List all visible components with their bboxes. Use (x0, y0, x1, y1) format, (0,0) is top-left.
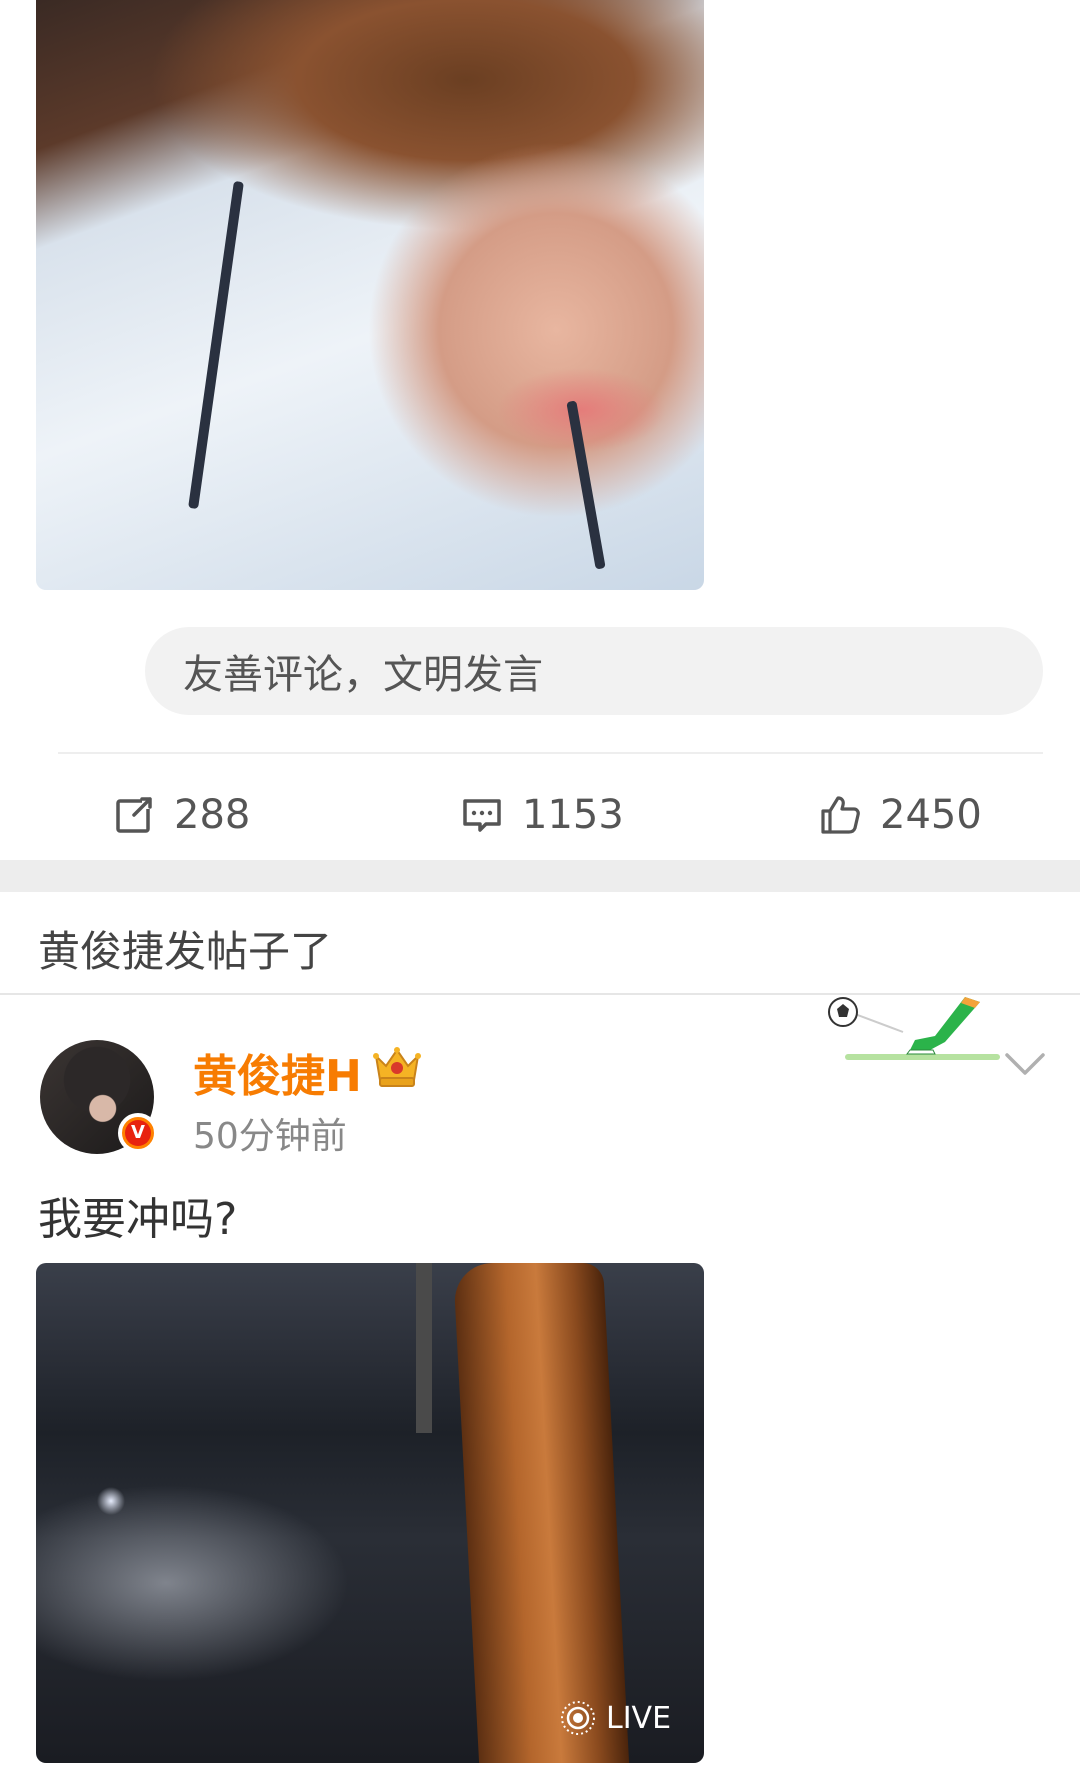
like-icon (821, 796, 860, 834)
verified-icon: V (118, 1113, 158, 1153)
feed-topic-title[interactable]: 黄俊捷发帖子了 (38, 918, 332, 979)
post-timestamp: 50分钟前 (193, 1116, 347, 1157)
repost-button[interactable]: 288 (112, 765, 250, 865)
live-photo-icon (561, 1701, 595, 1735)
repost-icon (116, 797, 152, 833)
divider (58, 752, 1043, 754)
like-count: 2450 (880, 792, 982, 838)
live-photo-badge: LIVE (558, 1698, 671, 1738)
crown-icon (373, 1047, 421, 1087)
comment-input[interactable]: 友善评论，文明发言 (145, 627, 1043, 715)
post-photo[interactable]: LIVE (36, 1263, 704, 1763)
action-bar: 288 1153 2450 (0, 765, 1080, 865)
comment-button[interactable]: 1153 (460, 765, 624, 865)
photo-detail (452, 1263, 630, 1763)
comment-count: 1153 (522, 792, 624, 838)
comment-placeholder: 友善评论，文明发言 (183, 652, 543, 698)
post-username[interactable]: 黄俊捷H (193, 1040, 362, 1104)
photo-detail (416, 1263, 432, 1433)
previous-post-photo[interactable] (36, 0, 704, 590)
like-button[interactable]: 2450 (818, 765, 982, 865)
repost-count: 288 (174, 792, 251, 838)
post-text: 我要冲吗? (38, 1194, 238, 1245)
soccer-decoration (828, 997, 1000, 1060)
weibo-feed: 友善评论，文明发言 288 1153 2450 黄俊捷发帖子了 V 黄俊捷H 5… (0, 0, 1080, 1776)
live-label: LIVE (606, 1700, 672, 1736)
photo-detail (566, 400, 606, 570)
photo-detail (188, 180, 244, 510)
section-separator (0, 860, 1080, 892)
chevron-down-icon[interactable] (1003, 1050, 1047, 1078)
comment-icon (463, 799, 501, 832)
